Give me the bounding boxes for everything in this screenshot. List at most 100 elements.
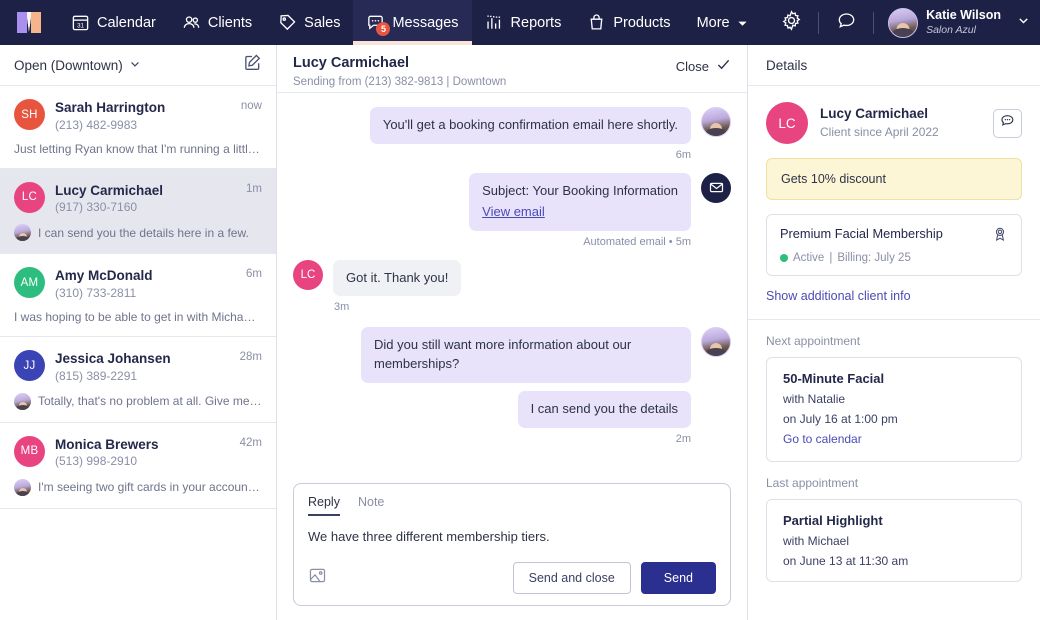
shopping-bag-icon (587, 13, 606, 32)
client-summary: LC Lucy Carmichael Client since April 20… (766, 102, 1022, 144)
show-additional-client-info-link[interactable]: Show additional client info (766, 289, 911, 303)
list-item[interactable]: SH Sarah Harrington (213) 482-9983 now J… (0, 86, 276, 169)
send-button[interactable]: Send (641, 562, 716, 594)
tab-note[interactable]: Note (358, 495, 384, 516)
message-timestamp: Automated email • 5m (293, 236, 731, 248)
message-client-button[interactable] (993, 109, 1022, 138)
go-to-calendar-link[interactable]: Go to calendar (783, 432, 862, 446)
conversation-preview-text: Totally, that's no problem at all. Give … (38, 394, 262, 408)
message-row-outgoing-email: Subject: Your Booking Information View e… (293, 173, 731, 231)
conversation-timestamp: 1m (246, 182, 262, 195)
last-appointment-label: Last appointment (766, 476, 1022, 490)
message-bubble: I can send you the details (518, 391, 691, 428)
membership-name: Premium Facial Membership (780, 226, 943, 241)
clients-icon (182, 13, 201, 32)
appointment-when: on July 16 at 1:00 pm (783, 412, 1005, 426)
avatar: LC (14, 182, 45, 213)
nav-item-messages[interactable]: 5 Messages (353, 0, 471, 45)
last-appointment-card[interactable]: Partial Highlight with Michael on June 1… (766, 499, 1022, 582)
compose-message-button[interactable] (243, 53, 262, 77)
reply-input[interactable]: We have three different membership tiers… (308, 529, 716, 544)
conversation-phone: (310) 733-2811 (55, 285, 236, 301)
appointment-staff: with Natalie (783, 392, 1005, 406)
conversation-filter-dropdown[interactable]: Open (Downtown) (14, 58, 141, 73)
nav-divider-1 (818, 12, 819, 34)
message-block: Did you still want more information abou… (293, 327, 731, 445)
nav-right-cluster: Katie Wilson Salon Azul (770, 0, 1040, 45)
list-item[interactable]: JJ Jessica Johansen (815) 389-2291 28m T… (0, 337, 276, 423)
conversation-list-header: Open (Downtown) (0, 45, 276, 86)
user-name: Katie Wilson (926, 8, 1001, 24)
calendar-icon: 31 (71, 13, 90, 32)
sender-avatar (14, 224, 31, 241)
message-block: Subject: Your Booking Information View e… (293, 173, 731, 248)
nav-item-more[interactable]: More (684, 0, 761, 45)
send-and-close-button[interactable]: Send and close (513, 562, 631, 594)
app-root: 31 Calendar Clients (0, 0, 1040, 620)
membership-status: Active (793, 252, 824, 264)
nav-item-products-label: Products (613, 15, 670, 31)
list-item[interactable]: LC Lucy Carmichael (917) 330-7160 1m I c… (0, 169, 276, 255)
message-bubble: Got it. Thank you! (333, 260, 461, 297)
membership-card[interactable]: Premium Facial Membership Active | (766, 214, 1022, 276)
message-timestamp: 2m (293, 433, 731, 445)
client-name: Lucy Carmichael (820, 105, 939, 123)
conversation-preview: I was hoping to be able to get in with M… (14, 310, 262, 324)
tab-reply[interactable]: Reply (308, 495, 340, 516)
message-row-incoming: LC Got it. Thank you! (293, 260, 731, 297)
message-block: LC Got it. Thank you! 3m (293, 260, 731, 314)
nav-item-clients[interactable]: Clients (169, 0, 265, 45)
nav-items: 31 Calendar Clients (58, 0, 761, 45)
conversation-phone: (917) 330-7160 (55, 199, 236, 215)
message-timestamp: 6m (293, 149, 731, 161)
client-since: Client since April 2022 (820, 124, 939, 141)
nav-item-calendar[interactable]: 31 Calendar (58, 0, 169, 45)
message-row-outgoing: I can send you the details (293, 391, 731, 428)
next-appointment-card[interactable]: 50-Minute Facial with Natalie on July 16… (766, 357, 1022, 462)
nav-item-reports[interactable]: Reports (472, 0, 575, 45)
speech-bubble-icon (836, 10, 857, 36)
conversation-preview-text: Just letting Ryan know that I'm running … (14, 142, 262, 156)
close-conversation-button[interactable]: Close (676, 54, 731, 75)
nav-item-products[interactable]: Products (574, 0, 683, 45)
conversation-timestamp: 6m (246, 267, 262, 280)
membership-separator: | (829, 252, 832, 264)
page-title: Lucy Carmichael (293, 54, 506, 74)
appointment-when: on June 13 at 11:30 am (783, 554, 1005, 568)
brand-logo-icon (17, 12, 41, 33)
message-timestamp: 3m (293, 301, 731, 313)
nav-item-reports-label: Reports (511, 15, 562, 31)
chat-bubble-icon: 5 (366, 13, 385, 32)
nav-item-sales[interactable]: Sales (265, 0, 353, 45)
conversation-preview: I'm seeing two gift cards in your accoun… (14, 479, 262, 496)
nav-item-clients-label: Clients (208, 15, 252, 31)
chevron-down-icon (737, 17, 748, 28)
details-body: LC Lucy Carmichael Client since April 20… (748, 86, 1040, 620)
email-subject: Subject: Your Booking Information (482, 182, 678, 201)
conversation-phone: (213) 482-9983 (55, 117, 231, 133)
attach-image-button[interactable] (308, 566, 327, 590)
settings-button[interactable] (770, 10, 812, 36)
user-profile-menu[interactable]: Katie Wilson Salon Azul (880, 8, 1030, 38)
conversation-preview-text: I can send you the details here in a few… (38, 226, 249, 240)
membership-billing: Billing: July 25 (837, 252, 911, 264)
view-email-link[interactable]: View email (482, 203, 545, 222)
user-org: Salon Azul (926, 24, 1001, 37)
nav-item-calendar-label: Calendar (97, 15, 156, 31)
conversation-preview-text: I was hoping to be able to get in with M… (14, 310, 262, 324)
svg-text:31: 31 (77, 22, 84, 29)
conversation-name: Sarah Harrington (55, 99, 231, 117)
chat-support-button[interactable] (825, 10, 867, 36)
list-item[interactable]: MB Monica Brewers (513) 998-2910 42m I'm… (0, 423, 276, 509)
top-navigation-bar: 31 Calendar Clients (0, 0, 1040, 45)
conversation-items: SH Sarah Harrington (213) 482-9983 now J… (0, 86, 276, 620)
appointment-title: 50-Minute Facial (783, 371, 1005, 386)
conversation-phone: (815) 389-2291 (55, 368, 230, 384)
membership-top: Premium Facial Membership (780, 226, 1008, 247)
conversation-phone: (513) 998-2910 (55, 453, 230, 469)
list-item[interactable]: AM Amy McDonald (310) 733-2811 6m I was … (0, 254, 276, 337)
composer-actions: Send and close Send (308, 562, 716, 594)
message-row-outgoing: Did you still want more information abou… (293, 327, 731, 383)
conversation-thread-panel: Lucy Carmichael Sending from (213) 382-9… (277, 45, 748, 620)
brand-logo[interactable] (0, 0, 58, 45)
